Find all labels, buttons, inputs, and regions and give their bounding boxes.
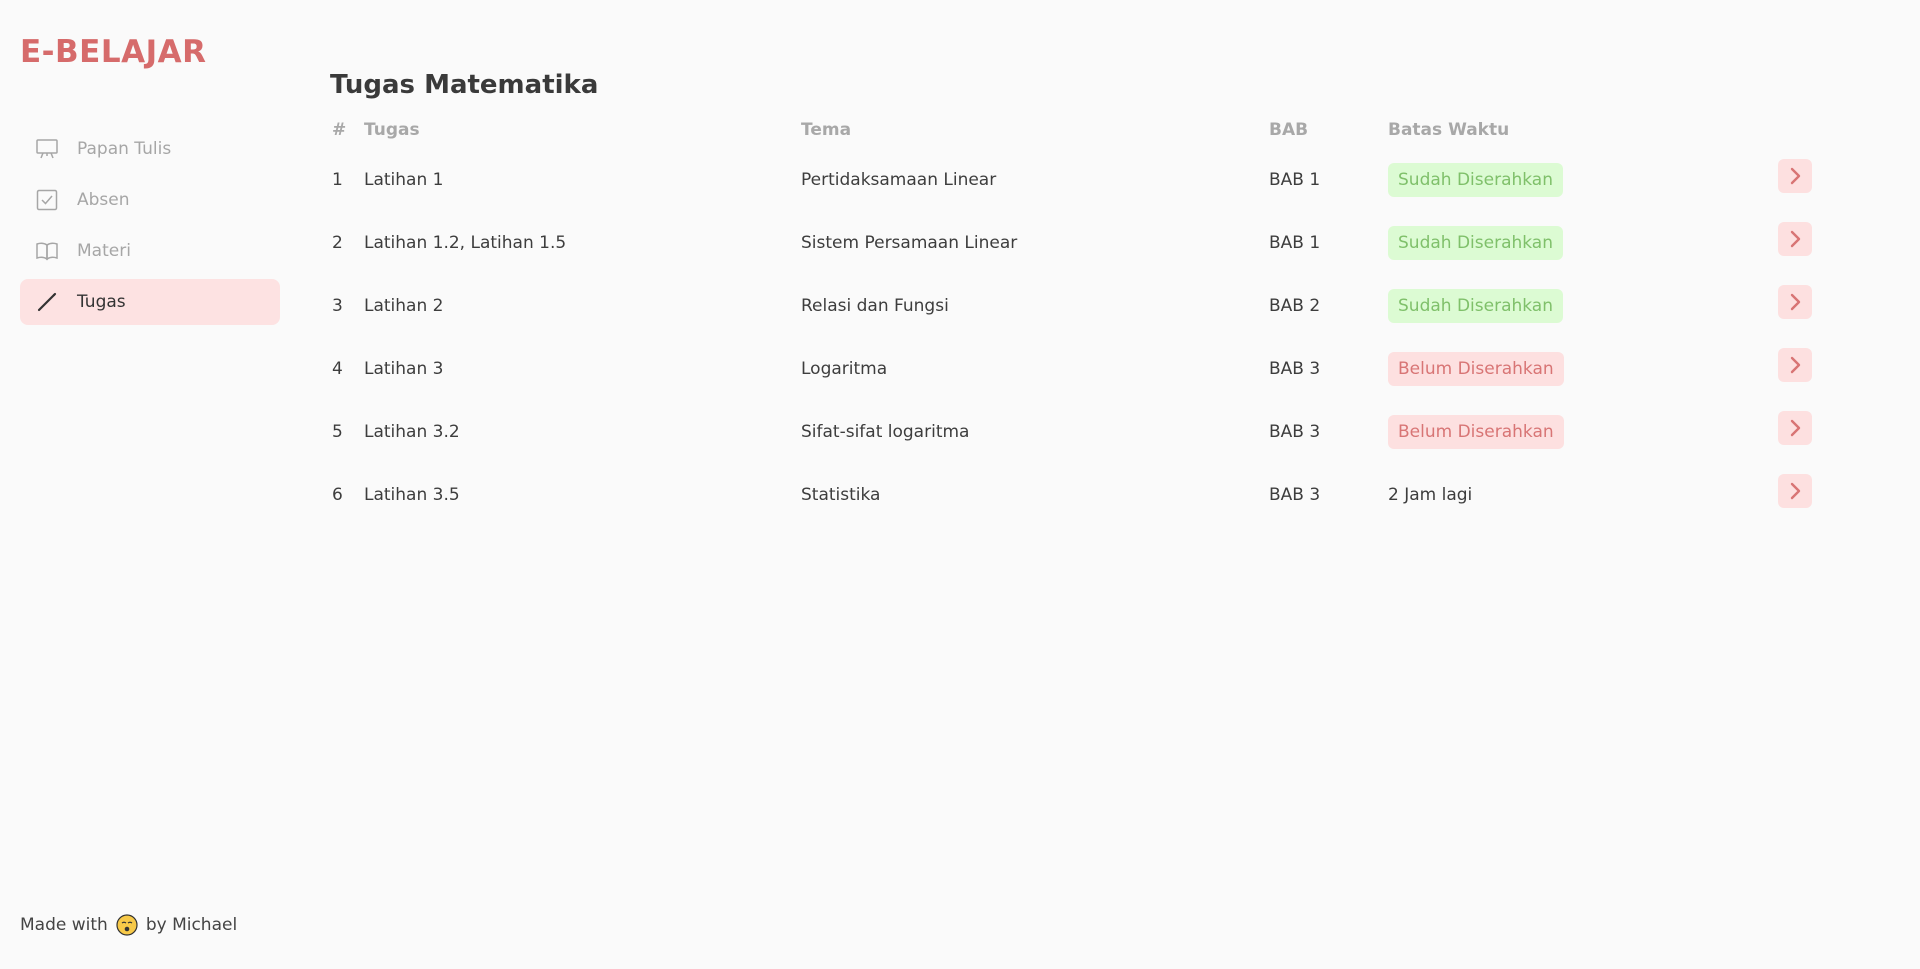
sidebar-item-label: Absen [77,190,130,210]
chevron-right-icon [1790,356,1801,373]
table-header-row: # Tugas Tema BAB Batas Waktu [330,112,1818,148]
row-number: 6 [332,484,343,505]
column-header-bab: BAB [1269,120,1309,140]
row-bab: BAB 2 [1269,295,1321,316]
row-bab: BAB 3 [1269,484,1321,505]
sidebar: E-BELAJAR Papan Tulis Absen Materi Tugas [0,0,300,969]
sidebar-item-label: Materi [77,241,131,261]
open-assignment-button[interactable] [1778,158,1812,193]
status-badge: Belum Diserahkan [1388,351,1564,386]
row-action [1778,148,1818,211]
column-header-tugas: Tugas [364,120,420,140]
row-tema: Relasi dan Fungsi [801,295,949,316]
row-batas-waktu: 2 Jam lagi [1388,463,1778,526]
sidebar-nav: Papan Tulis Absen Materi Tugas [20,126,280,330]
row-batas-waktu: Belum Diserahkan [1388,337,1778,400]
row-tema: Sifat-sifat logaritma [801,421,970,442]
table-row: 5 Latihan 3.2 Sifat-sifat logaritma BAB 3 Be… [330,400,1818,463]
chevron-right-icon [1790,167,1801,184]
open-assignment-button[interactable] [1778,347,1812,382]
row-batas-waktu: Belum Diserahkan [1388,400,1778,463]
footer-prefix: Made with [20,915,108,935]
row-batas-waktu: Sudah Diserahkan [1388,211,1778,274]
page-title: Tugas Matematika [330,70,599,100]
row-tema: Pertidaksamaan Linear [801,169,997,190]
row-tema: Sistem Persamaan Linear [801,232,1018,253]
chevron-right-icon [1790,293,1801,310]
row-batas-waktu: Sudah Diserahkan [1388,274,1778,337]
row-batas-waktu: Sudah Diserahkan [1388,148,1778,211]
book-icon [35,239,59,263]
chevron-right-icon [1790,230,1801,247]
app-logo[interactable]: E-BELAJAR [20,34,207,70]
status-badge: 2 Jam lagi [1388,484,1473,505]
status-badge: Belum Diserahkan [1388,414,1564,449]
row-bab: BAB 3 [1269,421,1321,442]
row-tugas: Latihan 3.2 [364,421,460,442]
column-header-action [1778,112,1818,148]
row-action [1778,463,1818,526]
assignments-table: # Tugas Tema BAB Batas Waktu 1 Latihan 1 P… [330,112,1818,526]
row-number: 3 [332,295,343,316]
table-row: 3 Latihan 2 Relasi dan Fungsi BAB 2 Sudah Di… [330,274,1818,337]
row-bab: BAB 3 [1269,358,1321,379]
row-number: 5 [332,421,343,442]
table-row: 6 Latihan 3.5 Statistika BAB 3 2 Jam lagi [330,463,1818,526]
footer: Made with by Michael [20,914,237,936]
table-row: 4 Latihan 3 Logaritma BAB 3 Belum Diserahkan [330,337,1818,400]
status-badge: Sudah Diserahkan [1388,162,1564,197]
footer-suffix: by Michael [145,915,238,935]
sidebar-item-label: Papan Tulis [77,139,172,159]
sidebar-item-absen[interactable]: Absen [20,177,280,223]
row-tugas: Latihan 3.5 [364,484,460,505]
open-assignment-button[interactable] [1778,221,1812,256]
open-assignment-button[interactable] [1778,473,1812,508]
checkbox-icon [35,188,59,212]
column-header-batas-waktu: Batas Waktu [1388,120,1510,140]
row-tugas: Latihan 1.2, Latihan 1.5 [364,232,567,253]
main-content: Tugas Matematika # Tugas Tema BAB Batas … [330,70,1830,526]
column-header-number: # [332,120,347,140]
row-number: 2 [332,232,343,253]
row-action [1778,337,1818,400]
table-row: 1 Latihan 1 Pertidaksamaan Linear BAB 1 Suda… [330,148,1818,211]
row-tema: Logaritma [801,358,888,379]
sidebar-item-papan-tulis[interactable]: Papan Tulis [20,126,280,172]
row-action [1778,400,1818,463]
open-assignment-button[interactable] [1778,410,1812,445]
row-action [1778,211,1818,274]
row-tugas: Latihan 2 [364,295,444,316]
row-bab: BAB 1 [1269,169,1321,190]
row-action [1778,274,1818,337]
sidebar-item-label: Tugas [77,292,126,312]
row-number: 1 [332,169,343,190]
whiteboard-icon [35,137,59,161]
open-assignment-button[interactable] [1778,284,1812,319]
row-number: 4 [332,358,343,379]
row-bab: BAB 1 [1269,232,1321,253]
column-header-tema: Tema [801,120,852,140]
status-badge: Sudah Diserahkan [1388,288,1564,323]
pencil-icon [35,290,59,314]
row-tema: Statistika [801,484,881,505]
table-row: 2 Latihan 1.2, Latihan 1.5 Sistem Persamaa… [330,211,1818,274]
row-tugas: Latihan 1 [364,169,444,190]
sleepy-face-icon [116,914,138,936]
chevron-right-icon [1790,482,1801,499]
sidebar-item-materi[interactable]: Materi [20,228,280,274]
row-tugas: Latihan 3 [364,358,444,379]
status-badge: Sudah Diserahkan [1388,225,1564,260]
sidebar-item-tugas[interactable]: Tugas [20,279,280,325]
chevron-right-icon [1790,419,1801,436]
